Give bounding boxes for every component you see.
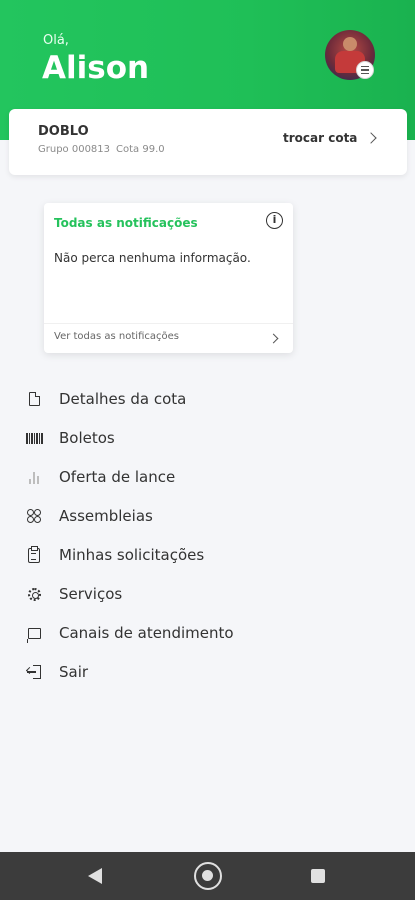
clover-icon [26,508,42,524]
document-icon [26,391,42,407]
notifications-card: Todas as notificações i Não perca nenhum… [44,203,293,353]
switch-quota-button[interactable]: trocar cota [283,131,378,145]
gear-icon [26,586,42,602]
greeting-text: Olá, [43,33,69,48]
switch-quota-label: trocar cota [283,131,358,145]
menu-item-label: Minhas solicitações [59,546,205,564]
menu-item-minhas-solicitacoes[interactable]: Minhas solicitações [26,540,386,570]
menu-item-servicos[interactable]: Serviços [26,579,386,609]
back-icon[interactable] [88,868,102,884]
menu-item-sair[interactable]: Sair [25,657,386,687]
chat-icon [26,625,42,643]
quota-group: Grupo 000813 [38,144,111,155]
menu-item-label: Detalhes da cota [59,390,187,408]
quota-number: Cota 99.0 [116,144,165,155]
menu-item-label: Assembleias [59,507,153,525]
barcode-icon [25,430,43,446]
menu-item-label: Boletos [59,429,115,447]
chevron-right-icon [365,132,378,144]
bar-chart-icon [26,469,42,485]
menu-badge-icon[interactable] [356,61,374,79]
menu-item-label: Sair [59,663,89,681]
clipboard-icon [26,545,42,563]
recent-apps-icon[interactable] [311,869,325,883]
exit-icon [25,664,42,680]
system-navigation-bar [0,852,415,900]
notifications-body: Não perca nenhuma informação. [54,251,251,265]
menu-item-oferta-de-lance[interactable]: Oferta de lance [26,462,386,492]
menu-item-label: Oferta de lance [59,468,176,486]
home-icon[interactable] [194,862,222,890]
see-all-notifications-label: Ver todas as notificações [54,331,179,342]
avatar-head [343,37,357,51]
menu-item-canais-de-atendimento[interactable]: Canais de atendimento [26,618,386,648]
info-icon[interactable]: i [266,212,283,229]
menu-item-detalhes-da-cota[interactable]: Detalhes da cota [26,384,386,414]
menu-item-label: Serviços [59,585,123,603]
menu-item-assembleias[interactable]: Assembleias [26,501,386,531]
menu-item-boletos[interactable]: Boletos [25,423,386,453]
see-all-notifications-link[interactable]: Ver todas as notificações [44,323,293,353]
quota-subtitle: Grupo 000813 Cota 99.0 [38,144,165,155]
user-name: Alison [42,50,150,86]
quota-title: DOBLO [38,124,89,139]
menu-item-label: Canais de atendimento [59,624,234,642]
quota-card: DOBLO Grupo 000813 Cota 99.0 trocar cota [9,109,407,175]
chevron-right-icon [268,333,279,344]
notifications-title: Todas as notificações [54,216,198,230]
